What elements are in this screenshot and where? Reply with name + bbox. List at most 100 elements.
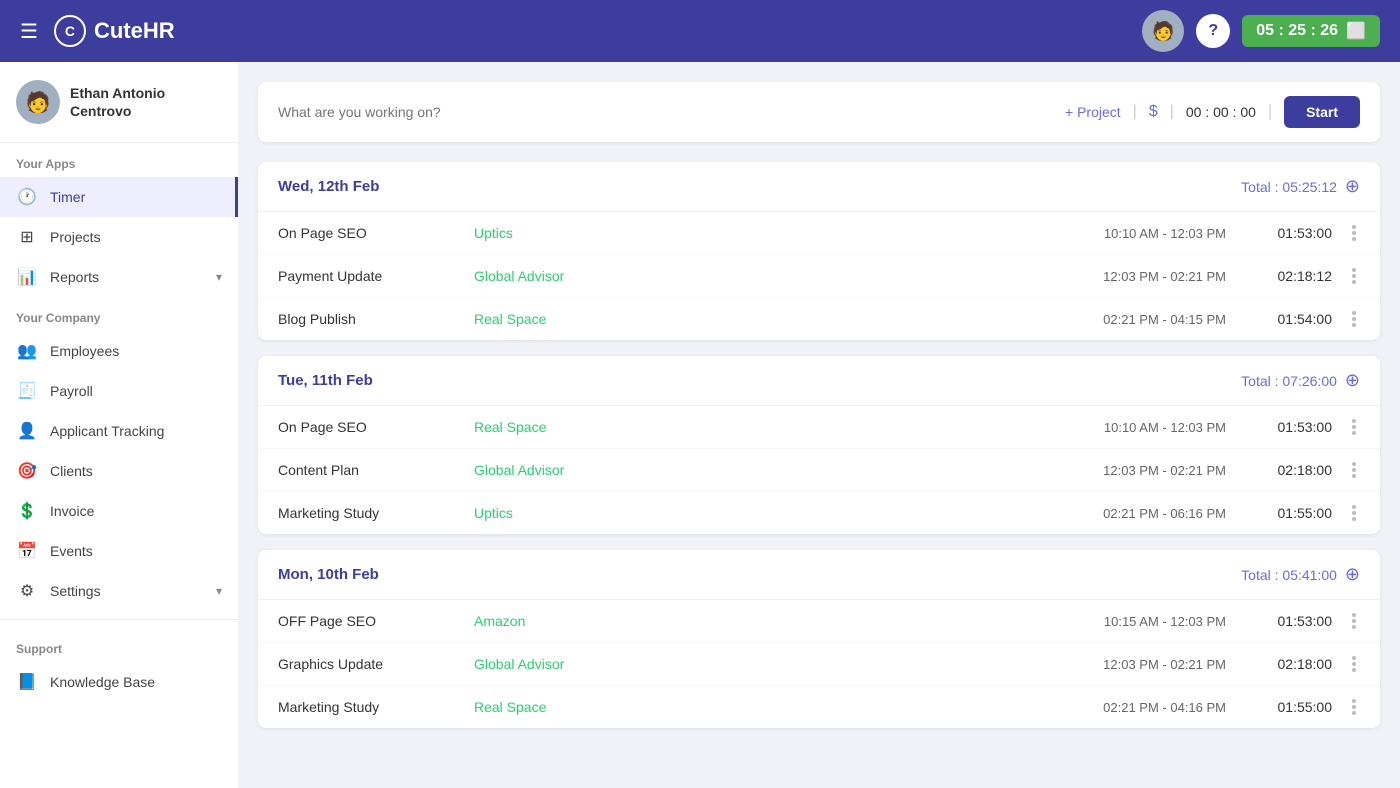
entry-task-0-1: Payment Update	[278, 268, 458, 284]
entry-menu-1-1[interactable]	[1348, 462, 1360, 478]
username-line1: Ethan Antonio	[70, 84, 165, 102]
entry-menu-0-2[interactable]	[1348, 311, 1360, 327]
entry-project-2-0[interactable]: Amazon	[474, 613, 614, 629]
dot-icon	[1352, 705, 1356, 709]
start-button[interactable]: Start	[1284, 96, 1360, 128]
dot-icon	[1352, 668, 1356, 672]
entry-menu-2-2[interactable]	[1348, 699, 1360, 715]
day-add-button-2[interactable]: ⊕	[1345, 564, 1360, 585]
dot-icon	[1352, 274, 1356, 278]
day-total-1: Total : 07:26:00⊕	[1241, 370, 1360, 391]
sidebar-item-label: Knowledge Base	[50, 674, 155, 690]
dot-icon	[1352, 231, 1356, 235]
sidebar-item-payroll[interactable]: 🧾 Payroll	[0, 371, 238, 411]
entry-project-2-2[interactable]: Real Space	[474, 699, 614, 715]
sidebar-item-timer[interactable]: 🕐 Timer	[0, 177, 238, 217]
entry-project-0-2[interactable]: Real Space	[474, 311, 614, 327]
time-entry-2-0: OFF Page SEO Amazon 10:15 AM - 12:03 PM 01:…	[258, 600, 1380, 643]
time-entry-2-2: Marketing StudyReal Space02:21 PM - 04:1…	[258, 686, 1380, 728]
day-card-0: Wed, 12th FebTotal : 05:25:12⊕On Page SE…	[258, 162, 1380, 340]
entry-time-range-1-1: 12:03 PM - 02:21 PM	[1036, 463, 1226, 478]
sidebar-item-employees[interactable]: 👥 Employees	[0, 331, 238, 371]
entry-project-0-1[interactable]: Global Advisor	[474, 268, 614, 284]
dot-icon	[1352, 323, 1356, 327]
entry-task-2-0: OFF Page SEO	[278, 613, 458, 629]
entry-project-1-0[interactable]: Real Space	[474, 419, 614, 435]
entry-menu-0-1[interactable]	[1348, 268, 1360, 284]
sidebar-item-applicant-tracking[interactable]: 👤 Applicant Tracking	[0, 411, 238, 451]
time-entry-2-1: Graphics UpdateGlobal Advisor12:03 PM - …	[258, 643, 1380, 686]
help-button[interactable]: ?	[1196, 14, 1230, 48]
entry-duration-2-1: 02:18:00	[1242, 656, 1332, 672]
add-project-button[interactable]: + Project	[1065, 104, 1121, 120]
global-timer-display[interactable]: 05 : 25 : 26 ⬜	[1242, 15, 1380, 47]
entry-task-0-2: Blog Publish	[278, 311, 458, 327]
topnav: ☰ C CuteHR 🧑 ? 05 : 25 : 26 ⬜	[0, 0, 1400, 62]
logo-text: CuteHR	[94, 18, 175, 44]
sidebar-item-label: Settings	[50, 583, 101, 599]
sidebar-item-knowledge-base[interactable]: 📘 Knowledge Base	[0, 662, 238, 702]
dot-icon	[1352, 474, 1356, 478]
entry-time-range-0-0: 10:10 AM - 12:03 PM	[1036, 226, 1226, 241]
sidebar-item-label: Employees	[50, 343, 119, 359]
entry-time-range-1-0: 10:10 AM - 12:03 PM	[1036, 420, 1226, 435]
reports-icon: 📊	[16, 267, 38, 287]
dot-icon	[1352, 619, 1356, 623]
dot-icon	[1352, 225, 1356, 229]
entry-menu-1-0[interactable]	[1348, 419, 1360, 435]
dot-icon	[1352, 711, 1356, 715]
sidebar-user-profile[interactable]: 🧑 Ethan Antonio Centrovo	[0, 62, 238, 143]
entry-menu-2-0[interactable]	[1348, 613, 1360, 629]
days-container: Wed, 12th FebTotal : 05:25:12⊕On Page SE…	[258, 162, 1380, 728]
user-avatar-top[interactable]: 🧑	[1142, 10, 1184, 52]
dot-icon	[1352, 462, 1356, 466]
dot-icon	[1352, 699, 1356, 703]
task-input[interactable]	[278, 104, 1049, 120]
entry-menu-0-0[interactable]	[1348, 225, 1360, 241]
time-entry-1-1: Content Plan Global Advisor 12:03 PM - 02:…	[258, 449, 1380, 492]
day-add-button-1[interactable]: ⊕	[1345, 370, 1360, 391]
dot-icon	[1352, 517, 1356, 521]
events-icon: 📅	[16, 541, 38, 561]
timer-bar: + Project | $ | 00 : 00 : 00 | Start	[258, 82, 1380, 142]
entry-menu-1-2[interactable]	[1348, 505, 1360, 521]
hamburger-icon[interactable]: ☰	[20, 19, 38, 44]
entry-task-1-1: Content Plan	[278, 462, 458, 478]
dot-icon	[1352, 505, 1356, 509]
sidebar-item-clients[interactable]: 🎯 Clients	[0, 451, 238, 491]
chevron-down-icon: ▾	[216, 270, 222, 284]
dot-icon	[1352, 237, 1356, 241]
sidebar-item-invoice[interactable]: 💲 Invoice	[0, 491, 238, 531]
dot-icon	[1352, 317, 1356, 321]
entry-project-1-1[interactable]: Global Advisor	[474, 462, 614, 478]
entry-time-range-2-1: 12:03 PM - 02:21 PM	[1036, 657, 1226, 672]
sidebar-item-projects[interactable]: ⊞ Projects	[0, 217, 238, 257]
entry-menu-2-1[interactable]	[1348, 656, 1360, 672]
entry-project-2-1[interactable]: Global Advisor	[474, 656, 614, 672]
day-title-1: Tue, 11th Feb	[278, 372, 373, 389]
invoice-icon: 💲	[16, 501, 38, 521]
entry-time-range-2-0: 10:15 AM - 12:03 PM	[1036, 614, 1226, 629]
day-title-0: Wed, 12th Feb	[278, 178, 379, 195]
dollar-button[interactable]: $	[1149, 103, 1158, 121]
time-entry-1-0: On Page SEOReal Space10:10 AM - 12:03 PM…	[258, 406, 1380, 449]
section-your-company-label: Your Company	[0, 297, 238, 331]
sidebar-item-settings[interactable]: ⚙ Settings ▾	[0, 571, 238, 611]
timer-icon: 🕐	[16, 187, 38, 207]
chevron-down-icon: ▾	[216, 584, 222, 598]
time-entry-0-0: On Page SEOUptics10:10 AM - 12:03 PM01:5…	[258, 212, 1380, 255]
entry-duration-1-2: 01:55:00	[1242, 505, 1332, 521]
sidebar-item-reports[interactable]: 📊 Reports ▾	[0, 257, 238, 297]
time-entry-0-2: Blog PublishReal Space02:21 PM - 04:15 P…	[258, 298, 1380, 340]
day-add-button-0[interactable]: ⊕	[1345, 176, 1360, 197]
sidebar-item-label: Events	[50, 543, 93, 559]
entry-project-1-2[interactable]: Uptics	[474, 505, 614, 521]
entry-task-2-2: Marketing Study	[278, 699, 458, 715]
settings-icon: ⚙	[16, 581, 38, 601]
payroll-icon: 🧾	[16, 381, 38, 401]
entry-duration-2-0: 01:53:00	[1242, 613, 1332, 629]
entry-project-0-0[interactable]: Uptics	[474, 225, 614, 241]
dot-icon	[1352, 419, 1356, 423]
sidebar-item-events[interactable]: 📅 Events	[0, 531, 238, 571]
sidebar-item-label: Invoice	[50, 503, 94, 519]
